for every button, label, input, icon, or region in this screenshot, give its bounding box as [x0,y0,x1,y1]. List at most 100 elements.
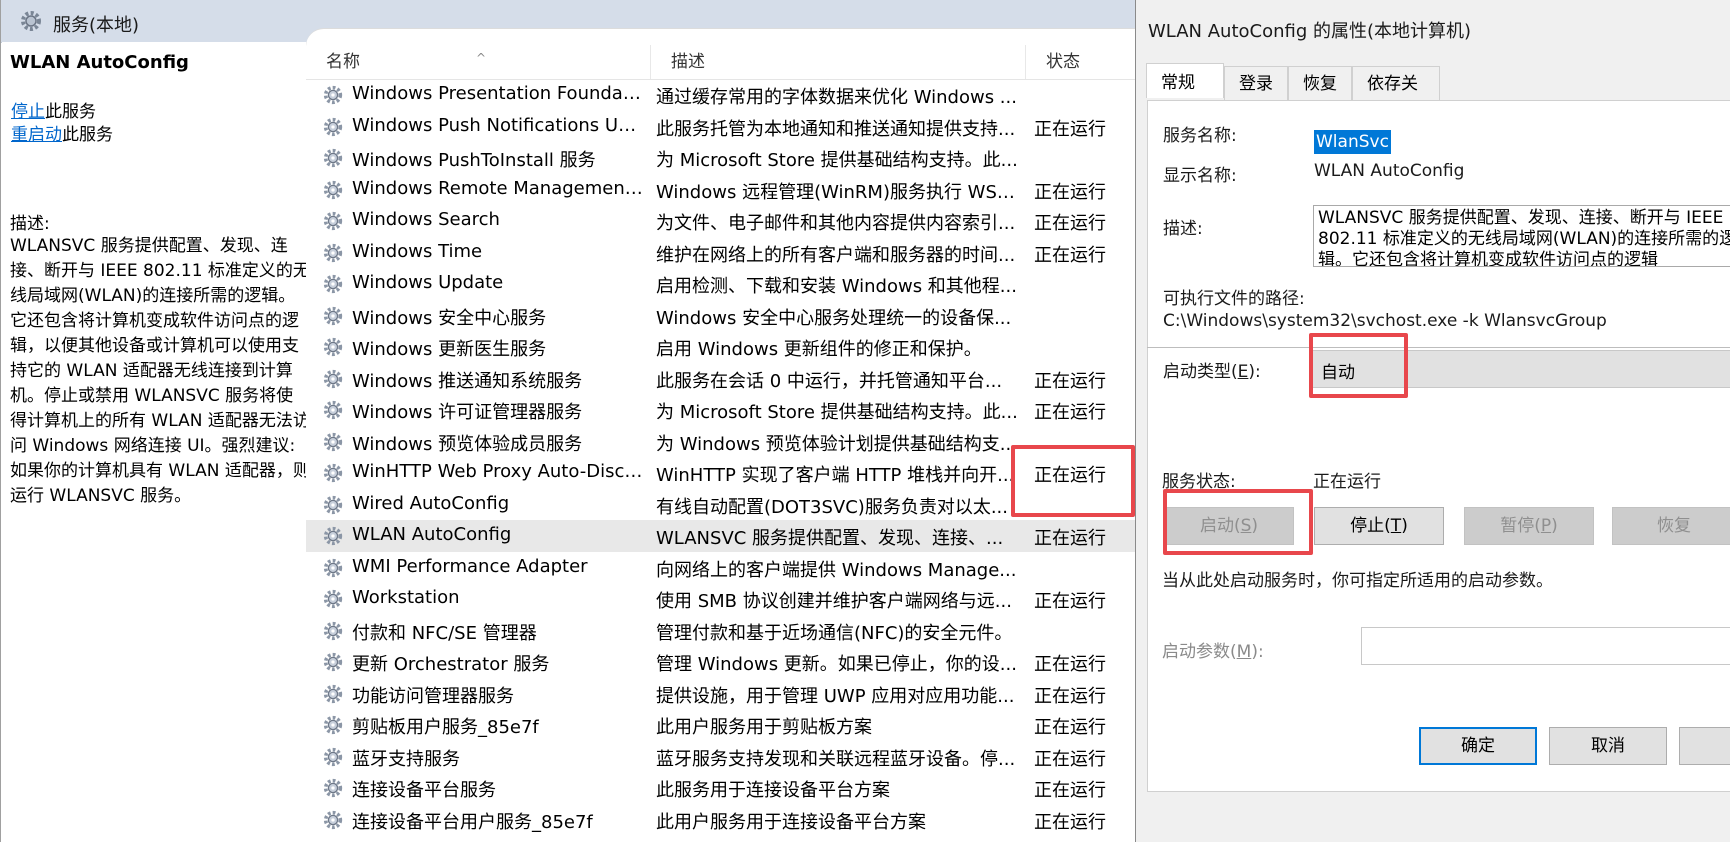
table-row[interactable]: Windows Remote Management (... Windows 远程… [306,174,1136,206]
start-button-label: 启动( [1199,516,1241,536]
table-row[interactable]: 剪贴板用户服务_85e7f 此用户服务用于剪贴板方案 正在运行 [306,709,1136,741]
table-row[interactable]: 更新 Orchestrator 服务 管理 Windows 更新。如果已停止，你的… [306,646,1136,678]
service-description-cell: 此服务在会话 0 中运行，并托管通知平台... [656,370,1003,392]
table-row[interactable]: Windows Time 维护在网络上的所有客户端和服务器的时间... 正在运行 [306,237,1136,269]
selected-service-name: WLAN AutoConfig [10,52,189,73]
service-status-cell: 正在运行 [1034,118,1106,140]
table-row[interactable]: 连接设备平台服务 此服务用于连接设备平台方案 正在运行 [306,772,1136,804]
table-row[interactable]: 蓝牙支持服务 蓝牙服务支持发现和关联远程蓝牙设备。停... 正在运行 [306,741,1136,773]
service-description-cell: 管理付款和基于近场通信(NFC)的安全元件。 [656,622,1013,644]
service-gear-icon [322,273,344,300]
column-header-status[interactable]: 状态 [1026,45,1136,79]
service-gear-icon [322,557,344,584]
start-params-hint: 当从此处启动服务时，你可指定所适用的启动参数。 [1162,571,1553,591]
table-row[interactable]: WLAN AutoConfig WLANSVC 服务提供配置、发现、连接、... 正… [306,520,1136,552]
properties-dialog: WLAN AutoConfig 的属性(本地计算机) 常规 登录 恢复 依存关系… [1135,0,1730,842]
table-row[interactable]: 付款和 NFC/SE 管理器 管理付款和基于近场通信(NFC)的安全元件。 [306,615,1136,647]
table-row[interactable]: Windows 预览体验成员服务 为 Windows 预览体验计划提供基础结构支.… [306,426,1136,458]
service-description-cell: 为 Microsoft Store 提供基础结构支持。此... [656,402,1018,423]
service-description-cell: 启用检测、下载和安装 Windows 和其他程... [656,276,1017,297]
apply-button[interactable] [1679,727,1730,765]
startup-type-select[interactable]: 自动 [1312,350,1730,388]
service-gear-icon [322,651,344,678]
service-name-cell: 蓝牙支持服务 [352,748,460,770]
services-list: 名称 ^ 描述 状态 Windows Presentation Foundati… [306,28,1136,843]
service-name-cell: Windows Push Notifications User ... [352,114,644,136]
stop-service-suffix: 此服务 [45,102,96,122]
pause-button[interactable]: 暂停(P) [1464,507,1594,545]
service-gear-icon [322,683,344,710]
service-gear-icon [322,336,344,363]
service-status-cell: 正在运行 [1034,181,1106,203]
executable-path-value[interactable]: C:\Windows\system32\svchost.exe -k Wlans… [1163,311,1607,331]
column-header-name-label: 名称 [326,52,360,72]
start-button[interactable]: 启动(S) [1164,507,1294,545]
table-row[interactable]: Workstation 使用 SMB 协议创建并维护客户端网络与远... 正在运行 [306,583,1136,615]
table-row[interactable]: 功能访问管理器服务 提供设施，用于管理 UWP 应用对应用功能... 正在运行 [306,678,1136,710]
service-description-cell: 为文件、电子邮件和其他内容提供内容索引... [656,213,1016,234]
table-row[interactable]: Windows 许可证管理器服务 为 Microsoft Store 提供基础结构… [306,394,1136,426]
section-divider [1147,347,1730,348]
service-gear-icon [322,116,344,143]
resume-button[interactable]: 恢复 [1612,507,1730,545]
table-row[interactable]: Windows Push Notifications User ... 此服务托管… [306,111,1136,143]
ok-button[interactable]: 确定 [1419,727,1537,765]
start-button-accel-key: S [1240,516,1252,536]
column-header-name[interactable]: 名称 ^ [306,45,651,79]
tab-logon[interactable]: 登录 [1224,66,1288,100]
stop-button[interactable]: 停止(T) [1314,507,1444,545]
table-row[interactable]: Windows Update 启用检测、下载和安装 Windows 和其他程... [306,268,1136,300]
service-description-cell: 向网络上的客户端提供 Windows Manage... [656,559,1017,581]
service-status-cell: 正在运行 [1034,402,1106,423]
dialog-description-label: 描述: [1163,219,1203,239]
dialog-description-box[interactable]: WLANSVC 服务提供配置、发现、连接、断开与 IEEE 802.11 标准定… [1313,205,1730,267]
tab-general[interactable]: 常规 [1146,63,1224,98]
service-description-cell: 有线自动配置(DOT3SVC)服务负责对以太... [656,496,1008,518]
table-row[interactable]: Wired AutoConfig 有线自动配置(DOT3SVC)服务负责对以太..… [306,489,1136,521]
service-name-cell: Windows 安全中心服务 [352,307,547,329]
service-name-cell: WinHTTP Web Proxy Auto-Discov... [352,461,644,482]
service-status-cell: 正在运行 [1034,370,1106,392]
table-row[interactable]: Windows 安全中心服务 Windows 安全中心服务处理统一的设备保... [306,300,1136,332]
service-description-cell: 为 Microsoft Store 提供基础结构支持。此... [656,150,1018,171]
start-button-label-end: ) [1251,516,1259,536]
table-row[interactable]: Windows Search 为文件、电子邮件和其他内容提供内容索引... 正在运行 [306,205,1136,237]
tab-recovery[interactable]: 恢复 [1288,66,1352,100]
service-status-cell: 正在运行 [1034,780,1106,801]
display-name-value[interactable]: WLAN AutoConfig [1314,161,1464,181]
tab-dependencies[interactable]: 依存关系 [1352,66,1440,128]
table-row[interactable]: Windows 推送通知系统服务 此服务在会话 0 中运行，并托管通知平台... 正… [306,363,1136,395]
service-name-label: 服务名称: [1163,126,1237,146]
table-row[interactable]: Windows Presentation Foundation... 通过缓存常用… [306,79,1136,111]
service-name-value[interactable]: WlanSvc [1314,130,1391,154]
cancel-button[interactable]: 取消 [1549,727,1667,765]
restart-service-link[interactable]: 重启动 [11,125,62,145]
column-header-description[interactable]: 描述 [651,45,1026,79]
table-row[interactable]: Windows PushToInstall 服务 为 Microsoft Stor… [306,142,1136,174]
service-gear-icon [322,525,344,552]
service-name-cell: 更新 Orchestrator 服务 [352,654,550,675]
service-description-cell: 蓝牙服务支持发现和关联远程蓝牙设备。停... [656,748,1016,770]
restart-service-action: 重启动此服务 [11,120,113,145]
service-status-cell: 正在运行 [1034,748,1106,770]
service-description-cell: 启用 Windows 更新组件的修正和保护。 [656,339,982,360]
service-gear-icon [322,242,344,269]
list-header: 名称 ^ 描述 状态 [306,45,1136,80]
table-row[interactable]: 连接设备平台用户服务_85e7f 此用户服务用于连接设备平台方案 正在运行 [306,804,1136,836]
description-pane: WLAN AutoConfig 停止此服务 重启动此服务 描述: WLANSVC… [2,42,310,840]
service-rows: Windows Presentation Foundation... 通过缓存常用… [306,79,1136,835]
stop-service-link[interactable]: 停止 [11,102,45,122]
table-row[interactable]: WMI Performance Adapter 向网络上的客户端提供 Window… [306,552,1136,584]
dialog-title: WLAN AutoConfig 的属性(本地计算机) [1148,21,1472,42]
table-row[interactable]: Windows 更新医生服务 启用 Windows 更新组件的修正和保护。 [306,331,1136,363]
service-name-cell: 付款和 NFC/SE 管理器 [352,622,537,644]
service-description-cell: 维护在网络上的所有客户端和服务器的时间... [656,244,1016,266]
general-tab-panel: 服务名称: WlanSvc 显示名称: WLAN AutoConfig 描述: … [1147,100,1730,792]
service-gear-icon [322,588,344,615]
service-status-value: 正在运行 [1313,472,1381,492]
start-params-input[interactable] [1361,627,1730,665]
service-gear-icon [322,399,344,426]
service-status-cell: 正在运行 [1034,213,1106,234]
service-status-cell: 正在运行 [1034,685,1106,707]
table-row[interactable]: WinHTTP Web Proxy Auto-Discov... WinHTTP … [306,457,1136,489]
